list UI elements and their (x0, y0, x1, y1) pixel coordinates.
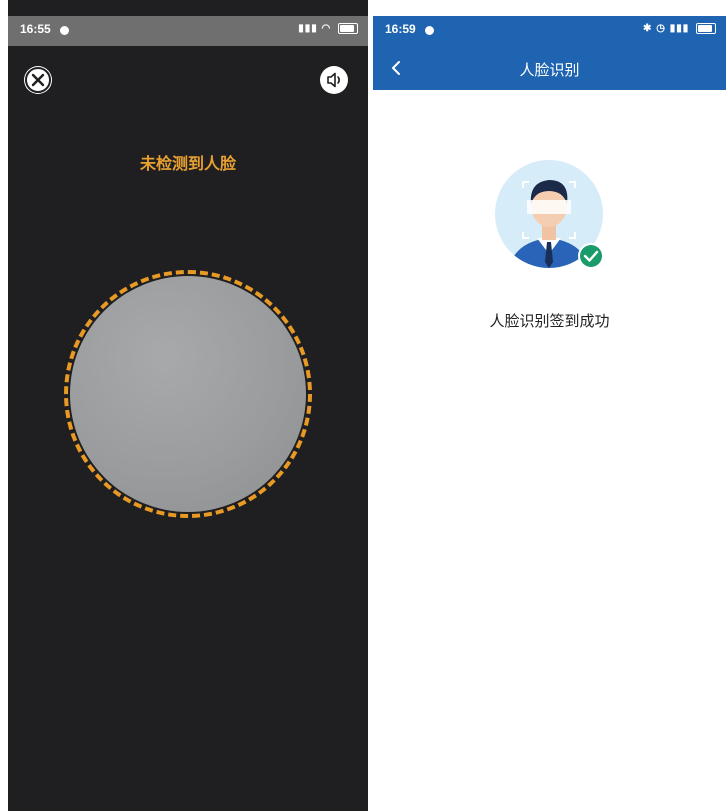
success-message: 人脸识别签到成功 (489, 312, 610, 330)
bluetooth-icon: ✱ (643, 23, 653, 35)
signal-icon: ▮▮▮ (298, 23, 318, 35)
alarm-icon: ◷ (656, 23, 666, 35)
speaker-icon (327, 72, 341, 88)
page-title: 人脸识别 (519, 61, 580, 79)
status-bar: 16:55 ▮▮▮ ◠ (8, 16, 368, 46)
status-indicators: ▮▮▮ ◠ (298, 23, 358, 34)
status-indicators: ✱ ◷ ▮▮▮ (643, 23, 716, 34)
face-scan-screen: 16:55 ▮▮▮ ◠ 未检测到人脸 (8, 0, 368, 811)
status-time: 16:55 (20, 22, 51, 36)
battery-icon (696, 23, 716, 34)
face-result-screen: 16:59 ✱ ◷ ▮▮▮ 人脸识别 人脸识别签到成功 (373, 0, 726, 811)
battery-icon (338, 23, 358, 34)
scan-prompt: 未检测到人脸 (139, 154, 236, 173)
wifi-icon: ◠ (321, 23, 332, 35)
sound-toggle-button[interactable] (320, 66, 348, 94)
notification-icon (425, 26, 434, 35)
close-icon (25, 67, 51, 93)
scan-frame-ring (64, 270, 312, 518)
status-bar: 16:59 ✱ ◷ ▮▮▮ (373, 16, 726, 46)
signal-icon: ▮▮▮ (669, 23, 690, 35)
status-time: 16:59 (385, 22, 416, 36)
nav-bar: 人脸识别 (373, 46, 726, 90)
face-verified-icon (495, 160, 604, 269)
close-button[interactable] (24, 66, 52, 94)
notification-icon (60, 26, 69, 35)
check-icon (580, 245, 602, 267)
